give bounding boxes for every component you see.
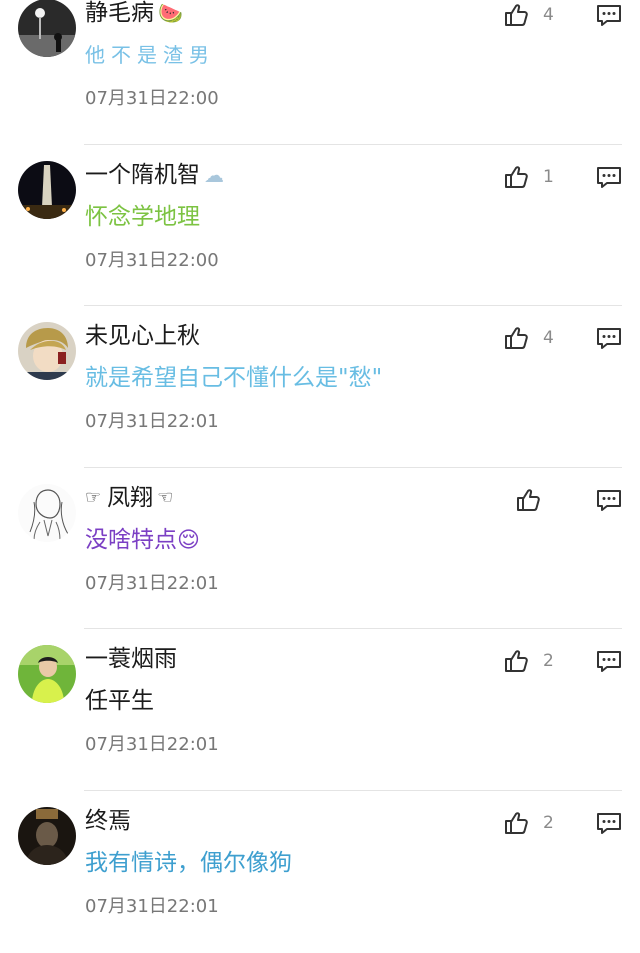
like-count: 4 [543, 5, 554, 25]
comment-text: 就是希望自己不懂什么是"愁" [85, 365, 383, 392]
avatar[interactable] [18, 806, 76, 865]
username-row: 终焉 [85, 803, 131, 839]
comment-bubble-icon [595, 163, 623, 191]
pointing-left-icon: ☜ [157, 486, 174, 508]
thumbs-up-icon [503, 810, 529, 836]
username[interactable]: 终焉 [85, 806, 131, 836]
pointing-right-icon: ☞ [85, 486, 102, 508]
thumbs-up-icon [515, 487, 541, 513]
reply-button[interactable] [595, 163, 623, 191]
thumbs-up-icon [503, 325, 529, 351]
username[interactable]: 凤翔 [107, 483, 153, 513]
thumbs-up-icon [503, 164, 529, 190]
timestamp: 07月31日22:01 [85, 895, 219, 917]
reply-button[interactable] [595, 486, 623, 514]
like-button[interactable]: 4 [503, 324, 554, 352]
like-count: 1 [543, 166, 554, 187]
avatar[interactable] [18, 645, 76, 704]
timestamp: 07月31日22:00 [85, 249, 219, 271]
comment-text: 没啥特点😌 [85, 524, 200, 557]
cloud-icon: ☁ [204, 162, 224, 187]
comment-list: 静毛病 🍉 他不是渣男 07月31日22:00 4 一个隋机智 ☁ 怀念学地理 … [0, 0, 640, 953]
username-row: 一蓑烟雨 [85, 641, 177, 677]
comment-text: 怀念学地理 [85, 203, 200, 230]
like-button[interactable]: 2 [503, 809, 554, 837]
avatar[interactable] [18, 160, 76, 219]
username[interactable]: 一个隋机智 [85, 160, 200, 190]
like-button[interactable] [515, 486, 565, 514]
username-row: ☞ 凤翔 ☜ [85, 480, 173, 516]
comment-item: ☞ 凤翔 ☜ 没啥特点😌 07月31日22:01 [0, 468, 640, 630]
reply-button[interactable] [595, 647, 623, 675]
username[interactable]: 一蓑烟雨 [85, 644, 177, 674]
avatar[interactable] [18, 322, 76, 381]
comment-bubble-icon [595, 647, 623, 675]
comment-bubble-icon [595, 486, 623, 514]
username[interactable]: 静毛病 [85, 0, 154, 28]
reply-button[interactable] [595, 1, 623, 29]
reply-button[interactable] [595, 324, 623, 352]
watermelon-icon: 🍉 [158, 1, 183, 25]
comment-text: 任平生 [85, 688, 154, 715]
relieved-face-icon: 😌 [177, 527, 200, 553]
username-row: 静毛病 🍉 [85, 0, 183, 31]
like-count: 2 [543, 651, 554, 672]
comment-text-content: 没啥特点 [85, 526, 177, 553]
like-button[interactable]: 2 [503, 647, 554, 675]
comment-item: 未见心上秋 就是希望自己不懂什么是"愁" 07月31日22:01 4 [0, 306, 640, 468]
comment-item: 一蓑烟雨 任平生 07月31日22:01 2 [0, 629, 640, 791]
timestamp: 07月31日22:01 [85, 411, 219, 433]
comment-item: 终焉 我有情诗，偶尔像狗 07月31日22:01 2 [0, 791, 640, 953]
comment-bubble-icon [595, 1, 623, 29]
like-button[interactable]: 1 [503, 163, 554, 191]
thumbs-up-icon [503, 648, 529, 674]
timestamp: 07月31日22:01 [85, 734, 219, 756]
like-button[interactable]: 4 [503, 1, 554, 29]
username-row: 一个隋机智 ☁ [85, 157, 224, 193]
reply-button[interactable] [595, 809, 623, 837]
thumbs-up-icon [503, 2, 529, 28]
username-row: 未见心上秋 [85, 318, 200, 354]
avatar[interactable] [18, 0, 76, 57]
timestamp: 07月31日22:00 [85, 88, 219, 109]
avatar[interactable] [18, 483, 76, 542]
comment-item: 一个隋机智 ☁ 怀念学地理 07月31日22:00 1 [0, 145, 640, 307]
username[interactable]: 未见心上秋 [85, 321, 200, 351]
timestamp: 07月31日22:01 [85, 572, 219, 594]
comment-item: 静毛病 🍉 他不是渣男 07月31日22:00 4 [0, 0, 640, 145]
comment-text: 我有情诗，偶尔像狗 [85, 849, 292, 876]
comment-bubble-icon [595, 809, 623, 837]
like-count: 2 [543, 812, 554, 833]
like-count: 4 [543, 328, 554, 349]
comment-text: 他不是渣男 [85, 43, 215, 67]
comment-bubble-icon [595, 324, 623, 352]
